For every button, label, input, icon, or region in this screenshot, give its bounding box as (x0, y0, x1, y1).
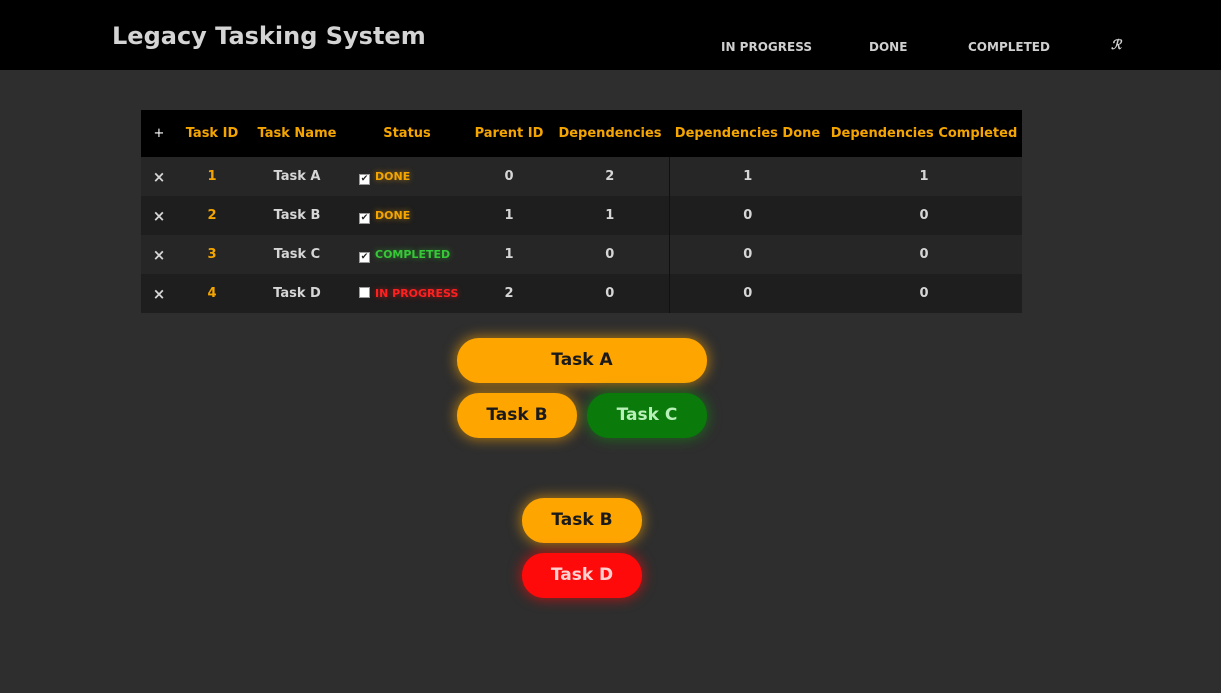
graph-node-task-a[interactable]: Task A (457, 338, 707, 383)
task-name-cell: Task B (247, 196, 347, 235)
status-checkbox[interactable]: ✔ (359, 173, 370, 185)
remove-task-button[interactable]: × (153, 207, 166, 225)
header-task-name[interactable]: Task Name (247, 110, 347, 157)
deps-completed-cell: 0 (826, 235, 1022, 274)
task-id-cell: 2 (177, 196, 247, 235)
status-label: DONE (375, 208, 411, 222)
header-parent-id[interactable]: Parent ID (467, 110, 551, 157)
task-table: + Task ID Task Name Status Parent ID Dep… (141, 110, 1022, 313)
deps-completed-cell: 0 (826, 196, 1022, 235)
deps-done-cell: 0 (668, 274, 826, 313)
remove-task-button[interactable]: × (153, 285, 166, 303)
status-label: COMPLETED (375, 247, 451, 261)
parent-id-cell: 2 (467, 274, 551, 313)
nav-link-done[interactable]: DONE (869, 40, 907, 54)
remove-task-button[interactable]: × (153, 168, 166, 186)
parent-id-cell: 0 (467, 157, 551, 196)
deps-completed-cell: 1 (826, 157, 1022, 196)
graph-node-task-c[interactable]: Task C (587, 393, 707, 438)
parent-id-cell: 1 (467, 235, 551, 274)
status-checkbox[interactable]: ✔ (359, 212, 370, 224)
app-title: Legacy Tasking System (112, 22, 426, 50)
task-name-cell: Task C (247, 235, 347, 274)
dependencies-cell: 1 (551, 196, 669, 235)
remove-task-button[interactable]: × (153, 246, 166, 264)
status-label: DONE (375, 169, 411, 183)
deps-done-cell: 0 (668, 196, 826, 235)
dependencies-cell: 0 (551, 274, 669, 313)
header-task-id[interactable]: Task ID (177, 110, 247, 157)
header-status[interactable]: Status (347, 110, 467, 157)
graph-node-task-b-root[interactable]: Task B (522, 498, 642, 543)
parent-id-cell: 1 (467, 196, 551, 235)
task-name-cell: Task A (247, 157, 347, 196)
status-cell: ✔ COMPLETED (347, 235, 467, 274)
task-name-cell: Task D (247, 274, 347, 313)
top-navbar: Legacy Tasking System IN PROGRESS DONE C… (0, 0, 1221, 70)
dependencies-cell: 0 (551, 235, 669, 274)
deps-done-cell: 1 (668, 157, 826, 196)
header-dependencies[interactable]: Dependencies (551, 110, 669, 157)
logo-icon[interactable]: ℛ (1111, 38, 1121, 53)
table-row: × 4 Task D IN PROGRESS 2 0 0 0 (141, 274, 1022, 313)
graph-node-task-d[interactable]: Task D (522, 553, 642, 598)
add-task-button[interactable]: + (141, 110, 177, 157)
status-checkbox[interactable]: ✔ (359, 251, 370, 263)
table-row: × 3 Task C ✔ COMPLETED 1 0 0 0 (141, 235, 1022, 274)
nav-link-in-progress[interactable]: IN PROGRESS (721, 40, 812, 54)
table-row: × 2 Task B ✔ DONE 1 1 0 0 (141, 196, 1022, 235)
header-dependencies-completed[interactable]: Dependencies Completed (826, 110, 1022, 157)
header-dependencies-done[interactable]: Dependencies Done (669, 110, 826, 157)
task-id-cell: 4 (177, 274, 247, 313)
status-cell: ✔ DONE (347, 157, 467, 196)
table-header-row: + Task ID Task Name Status Parent ID Dep… (141, 110, 1022, 157)
dependencies-cell: 2 (551, 157, 669, 196)
task-id-cell: 1 (177, 157, 247, 196)
status-cell: ✔ DONE (347, 196, 467, 235)
deps-completed-cell: 0 (826, 274, 1022, 313)
table-row: × 1 Task A ✔ DONE 0 2 1 1 (141, 157, 1022, 196)
deps-done-cell: 0 (668, 235, 826, 274)
task-id-cell: 3 (177, 235, 247, 274)
status-label: IN PROGRESS (375, 287, 459, 300)
nav-link-completed[interactable]: COMPLETED (968, 40, 1050, 54)
graph-node-task-b[interactable]: Task B (457, 393, 577, 438)
status-checkbox[interactable] (359, 287, 370, 298)
status-cell: IN PROGRESS (347, 274, 467, 313)
